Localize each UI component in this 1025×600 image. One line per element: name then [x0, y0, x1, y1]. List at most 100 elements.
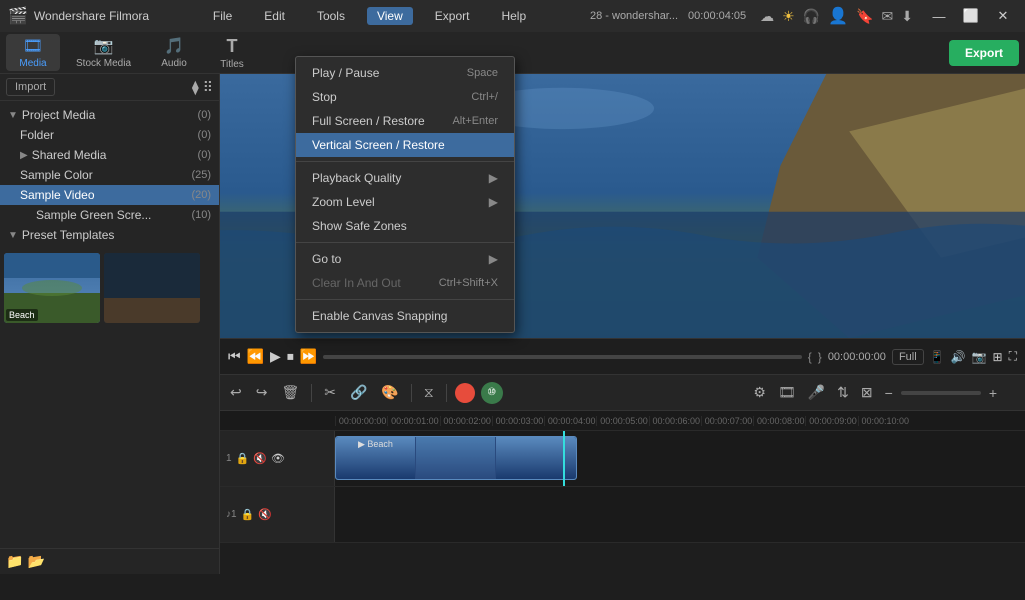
audio-track-content[interactable] — [335, 487, 1025, 542]
maximize-button[interactable]: ⬜ — [957, 5, 985, 27]
menu-item-clear-shortcut: Ctrl+Shift+X — [415, 277, 498, 289]
tree-project-media-count: (0) — [198, 109, 211, 121]
thumbnail-item2[interactable] — [104, 253, 200, 323]
menu-item-goto[interactable]: Go to ▶ — [296, 247, 514, 271]
menu-item-zoom-level[interactable]: Zoom Level ▶ — [296, 190, 514, 214]
snapshot-button[interactable]: 📷 — [972, 350, 987, 364]
track-mute-icon: 🔇 — [253, 452, 267, 465]
menu-item-fullscreen[interactable]: Full Screen / Restore Alt+Enter — [296, 109, 514, 133]
audio-track-number-icon: ♪1 — [226, 509, 237, 520]
play-button[interactable]: ▶ — [270, 348, 281, 365]
cut-button[interactable]: ✂ — [320, 382, 340, 403]
audio-settings-button[interactable]: 🔊 — [951, 350, 966, 364]
media-tree: ▼ Project Media (0) Folder (0) ▶ Shared … — [0, 101, 219, 548]
close-button[interactable]: ✕ — [989, 5, 1017, 27]
thumbnail-beach[interactable]: Beach — [4, 253, 100, 323]
settings-button[interactable]: ⚙ — [749, 382, 770, 403]
menu-edit[interactable]: Edit — [254, 7, 295, 25]
stock-media-icon: 📷 — [94, 36, 114, 56]
mark-button[interactable]: ⑩ — [481, 382, 503, 404]
menu-item-playback-quality[interactable]: Playback Quality ▶ — [296, 166, 514, 190]
beach-clip[interactable]: ▶ Beach — [335, 436, 577, 480]
quality-button[interactable]: Full — [892, 349, 924, 365]
clip-settings-button[interactable]: 🎞 — [774, 382, 800, 403]
zoom-slider[interactable] — [901, 391, 981, 395]
frame-forward-button[interactable]: ⏩ — [300, 348, 317, 365]
import-button[interactable]: Import — [6, 78, 55, 96]
color-correct-button[interactable]: 🎨 — [377, 382, 402, 403]
ruler-mark-8: 00:00:08:00 — [753, 416, 805, 426]
expand-shared-icon: ▶ — [20, 150, 28, 161]
menu-item-stop-shortcut: Ctrl+/ — [447, 91, 498, 103]
record-button[interactable] — [455, 383, 475, 403]
redo-button[interactable]: ↪ — [252, 382, 272, 403]
menu-tools[interactable]: Tools — [307, 7, 355, 25]
avatar-icon[interactable]: 👤 — [828, 6, 848, 26]
menu-item-stop[interactable]: Stop Ctrl+/ — [296, 85, 514, 109]
menu-item-fullscreen-shortcut: Alt+Enter — [428, 115, 498, 127]
audio-stretch-button[interactable]: ⧖ — [420, 382, 438, 403]
tab-media[interactable]: 🎞 Media — [6, 34, 60, 71]
skip-back-button[interactable]: ⏮ — [228, 348, 241, 365]
menu-file[interactable]: File — [203, 7, 242, 25]
pip-button[interactable]: ⊞ — [993, 350, 1003, 364]
video-track-content[interactable]: ▶ Beach — [335, 431, 1025, 486]
tree-project-media[interactable]: ▼ Project Media (0) — [0, 105, 219, 125]
ruler-mark-9: 00:00:09:00 — [805, 416, 857, 426]
zoom-in-button[interactable]: + — [985, 383, 1001, 403]
menu-help[interactable]: Help — [491, 7, 536, 25]
tree-folder[interactable]: Folder (0) — [0, 125, 219, 145]
tree-sample-video[interactable]: Sample Video (20) — [0, 185, 219, 205]
track-eye-icon: 👁 — [271, 452, 285, 465]
filter-button[interactable]: ⧫ — [192, 79, 199, 96]
tree-sample-color-label: Sample Color — [20, 168, 93, 182]
menu-item-canvas-snapping[interactable]: Enable Canvas Snapping — [296, 304, 514, 328]
tab-stock-media[interactable]: 📷 Stock Media — [64, 34, 143, 71]
link-button[interactable]: 🔗 — [346, 382, 371, 403]
mic-button[interactable]: 🎤 — [804, 382, 829, 403]
frame-back-button[interactable]: ⏪ — [247, 348, 264, 365]
add-folder-button[interactable]: 📁 — [6, 553, 23, 570]
tree-preset-templates[interactable]: ▼ Preset Templates — [0, 225, 219, 245]
ruler-mark-1: 00:00:01:00 — [387, 416, 439, 426]
tab-stock-label: Stock Media — [76, 58, 131, 69]
menu-item-vertical-screen[interactable]: Vertical Screen / Restore — [296, 133, 514, 157]
snap-button[interactable]: ⊠ — [857, 382, 877, 403]
menu-item-play-pause[interactable]: Play / Pause Space — [296, 61, 514, 85]
tab-audio[interactable]: 🎵 Audio — [147, 34, 201, 71]
time-display: 00:00:00:00 — [828, 351, 886, 363]
zoom-out-button[interactable]: − — [881, 383, 897, 403]
menu-item-safe-zones[interactable]: Show Safe Zones — [296, 214, 514, 238]
ruler-mark-0: 00:00:00:00 — [335, 416, 387, 426]
menu-view[interactable]: View — [367, 7, 413, 25]
delete-button[interactable]: 🗑 — [277, 382, 303, 403]
ruler-mark-6: 00:00:06:00 — [649, 416, 701, 426]
sort-button[interactable]: ⇅ — [833, 382, 853, 403]
title-bar-center: File Edit Tools View Export Help — [203, 7, 536, 25]
new-folder-button[interactable]: 📂 — [27, 553, 44, 570]
grid-view-button[interactable]: ⠿ — [203, 79, 213, 96]
tree-shared-media[interactable]: ▶ Shared Media (0) — [0, 145, 219, 165]
tab-audio-label: Audio — [161, 58, 187, 69]
undo-button[interactable]: ↩ — [226, 382, 246, 403]
minimize-button[interactable]: — — [925, 5, 953, 27]
timeline-area: ↩ ↪ 🗑 ✂ 🔗 🎨 ⧖ ⑩ ⚙ 🎞 🎤 ⇅ ⊠ − — [220, 374, 1025, 574]
track-lock-icon: 🔒 — [236, 452, 250, 465]
tree-folder-count: (0) — [198, 129, 211, 141]
tab-titles[interactable]: T Titles — [205, 34, 259, 72]
video-track-header: 1 🔒 🔇 👁 — [220, 431, 335, 486]
export-button[interactable]: Export — [949, 40, 1019, 66]
tree-sample-color[interactable]: Sample Color (25) — [0, 165, 219, 185]
responsive-preview-button[interactable]: 📱 — [930, 350, 945, 364]
menu-item-clear-label: Clear In And Out — [312, 276, 401, 290]
tree-sample-green[interactable]: Sample Green Scre... (10) — [0, 205, 219, 225]
menu-export[interactable]: Export — [425, 7, 480, 25]
fullscreen-button[interactable]: ⛶ — [1009, 349, 1017, 364]
headphone-icon: 🎧 — [803, 8, 820, 25]
timeline-tracks: 1 🔒 🔇 👁 ▶ Beach — [220, 431, 1025, 575]
stop-button[interactable]: ⏹ — [287, 348, 294, 365]
menu-item-canvas-label: Enable Canvas Snapping — [312, 309, 447, 323]
tree-preset-templates-label: Preset Templates — [22, 228, 115, 242]
progress-bar[interactable] — [323, 355, 802, 359]
tab-media-label: Media — [19, 58, 46, 69]
